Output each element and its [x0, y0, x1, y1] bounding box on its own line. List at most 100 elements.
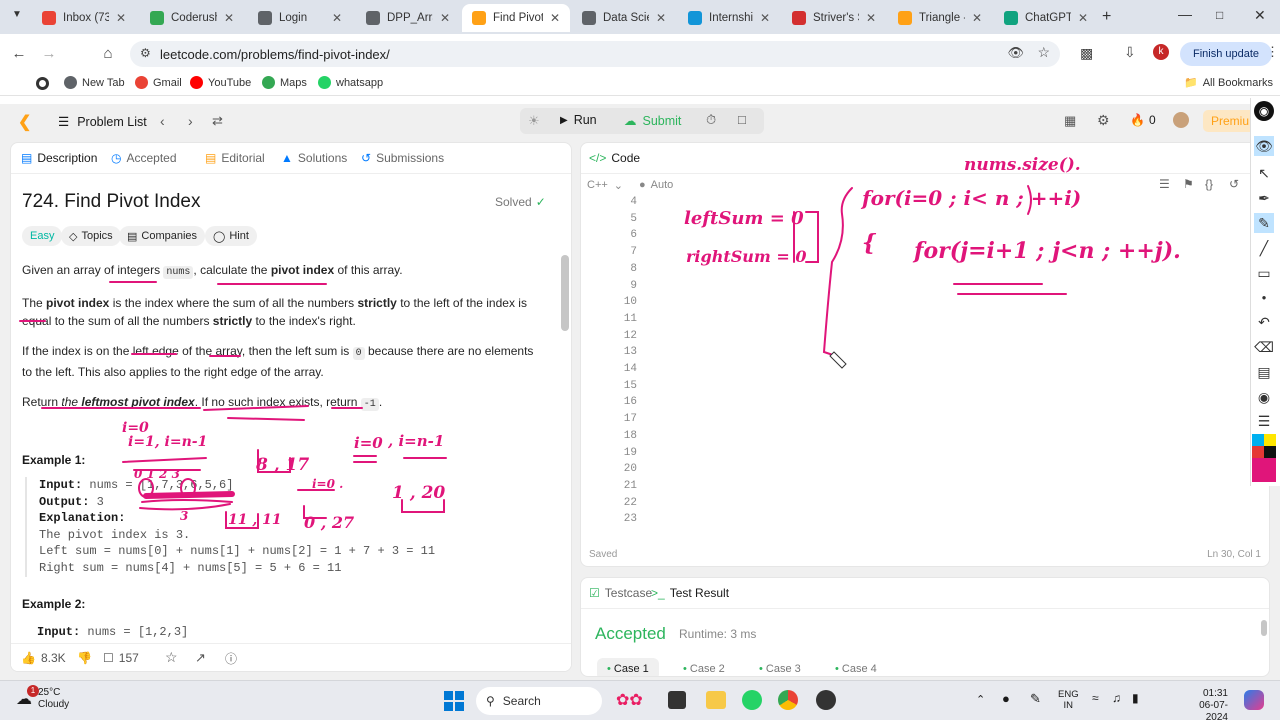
tab-description[interactable]: ▤ Description: [21, 151, 97, 165]
debug-icon[interactable]: ☀: [528, 113, 540, 129]
bookmark-item[interactable]: whatsapp: [318, 76, 383, 89]
color-swatch-cyan[interactable]: [1252, 434, 1264, 446]
notes-icon[interactable]: □: [738, 112, 746, 127]
eraser-icon[interactable]: ▭: [1254, 263, 1274, 283]
close-tab-icon[interactable]: ✕: [760, 11, 770, 25]
comments-button[interactable]: ☐ 157: [103, 651, 139, 665]
tab-accepted[interactable]: ◷ Accepted: [111, 151, 177, 165]
result-scrollbar[interactable]: [1261, 620, 1267, 636]
eye-icon[interactable]: 👁: [1254, 136, 1274, 156]
case-tab[interactable]: • Case 1: [597, 658, 659, 676]
battery-icon[interactable]: ▮: [1132, 691, 1139, 705]
browser-tab[interactable]: DPP_Array ✕: [356, 4, 460, 32]
browser-tab[interactable]: Striver's SE ✕: [782, 4, 886, 32]
trash-icon[interactable]: ⌫: [1254, 337, 1274, 357]
close-tab-icon[interactable]: ✕: [224, 11, 234, 25]
close-tab-icon[interactable]: ✕: [972, 11, 982, 25]
line-icon[interactable]: ╱: [1254, 238, 1274, 258]
bookmark-icon[interactable]: ⚑: [1183, 177, 1194, 191]
pen-icon[interactable]: ✒: [1254, 188, 1274, 208]
dot-icon[interactable]: ●: [1254, 287, 1274, 307]
user-avatar[interactable]: [1173, 112, 1189, 128]
maximize-icon[interactable]: □: [1216, 8, 1223, 22]
description-scrollbar[interactable]: [561, 255, 569, 331]
volume-icon[interactable]: ♫: [1112, 691, 1121, 705]
run-button[interactable]: ▶ Run: [560, 113, 597, 127]
reset-icon[interactable]: ↺: [1229, 177, 1239, 191]
downloads-icon[interactable]: ⇩: [1124, 44, 1136, 61]
microphone-icon[interactable]: ●: [1002, 691, 1010, 706]
copilot-icon[interactable]: [1244, 690, 1264, 710]
tray-chevron-icon[interactable]: ⌃: [976, 693, 985, 706]
home-icon[interactable]: ⌂: [97, 43, 119, 63]
extensions-icon[interactable]: ▩: [1080, 45, 1093, 62]
close-tab-icon[interactable]: ✕: [1078, 11, 1088, 25]
file-explorer-icon[interactable]: [706, 691, 726, 709]
color-swatch-magenta[interactable]: [1252, 458, 1276, 482]
tab-solutions[interactable]: ▲ Solutions: [281, 151, 347, 165]
companies-chip[interactable]: ▤ Companies: [119, 226, 206, 246]
chrome-alt-icon[interactable]: [816, 690, 836, 710]
help-icon[interactable]: ⓘ: [225, 650, 237, 667]
test-result-tab[interactable]: >_ Test Result: [651, 586, 729, 600]
color-swatch-red[interactable]: [1252, 446, 1264, 458]
finish-update-button[interactable]: Finish update: [1180, 42, 1272, 66]
timer-icon[interactable]: ⏱: [706, 112, 716, 128]
leetcode-logo-icon[interactable]: ❮: [18, 112, 31, 132]
case-tab[interactable]: • Case 2: [673, 658, 735, 676]
code-tab[interactable]: </> Code: [589, 151, 640, 165]
bookmark-item[interactable]: YouTube: [190, 76, 251, 89]
topics-chip[interactable]: ◇ Topics: [61, 226, 121, 246]
share-icon[interactable]: ↗: [195, 650, 206, 666]
highlighter-icon[interactable]: ✎: [1254, 213, 1274, 233]
weather-widget[interactable]: ☁ 25°C Cloudy: [16, 687, 69, 711]
windows-start-icon[interactable]: [444, 691, 464, 711]
clock[interactable]: 01:31 06-07-2024: [1184, 688, 1228, 724]
more-menu-icon[interactable]: ⋮: [1266, 44, 1279, 60]
language-select[interactable]: C++ ⌄: [587, 179, 623, 192]
browser-tab[interactable]: Coderush ✕: [140, 4, 244, 32]
app-icon-dark[interactable]: [668, 691, 686, 709]
shuffle-icon[interactable]: ⇄: [212, 113, 223, 129]
camera-icon[interactable]: ◉: [1254, 387, 1274, 407]
pen-tray-icon[interactable]: ✎: [1030, 691, 1041, 707]
settings-gear-icon[interactable]: ⚙: [1097, 112, 1110, 129]
clipboard-icon[interactable]: ☰: [1254, 411, 1274, 431]
location-pin-icon[interactable]: ◉: [1254, 101, 1274, 121]
all-bookmarks[interactable]: 📁 All Bookmarks: [1184, 76, 1273, 90]
premium-button[interactable]: Premiu: [1203, 110, 1258, 132]
format-icon[interactable]: ☰: [1159, 177, 1170, 191]
tab-search-button[interactable]: ▼: [8, 9, 26, 25]
dislike-icon[interactable]: 👎: [77, 651, 92, 665]
forward-icon[interactable]: →: [38, 43, 60, 63]
taskbar-search[interactable]: ⚲ Search: [476, 687, 602, 715]
wifi-icon[interactable]: ≈: [1092, 691, 1099, 705]
close-tab-icon[interactable]: ✕: [116, 11, 126, 25]
testcase-tab[interactable]: ☑ Testcase: [589, 586, 652, 600]
favorite-star-icon[interactable]: ☆: [165, 649, 178, 666]
hint-chip[interactable]: ◯ Hint: [205, 226, 257, 246]
language-indicator[interactable]: ENG IN: [1058, 689, 1079, 711]
minimize-icon[interactable]: —: [1178, 6, 1192, 22]
submit-button[interactable]: ☁ Submit: [624, 113, 681, 129]
browser-tab[interactable]: Login ✕: [248, 4, 352, 32]
screen-icon[interactable]: ▤: [1254, 362, 1274, 382]
layout-icon[interactable]: ▦: [1064, 113, 1076, 129]
like-button[interactable]: 👍 8.3K: [21, 651, 66, 665]
color-swatch-black[interactable]: [1264, 446, 1276, 458]
browser-tab[interactable]: ChatGPT ✕: [994, 4, 1098, 32]
close-tab-icon[interactable]: ✕: [440, 11, 450, 25]
case-tab[interactable]: • Case 3: [749, 658, 811, 676]
problem-list-button[interactable]: ☰ Problem List: [58, 114, 147, 130]
browser-tab[interactable]: Data Scien ✕: [572, 4, 676, 32]
close-tab-icon[interactable]: ✕: [866, 11, 876, 25]
bookmark-item[interactable]: Maps: [262, 76, 307, 89]
close-tab-icon[interactable]: ✕: [550, 11, 560, 25]
case-tab[interactable]: • Case 4: [825, 658, 887, 676]
address-bar[interactable]: ⚙ leetcode.com/problems/find-pivot-index…: [130, 41, 1060, 67]
bookmark-item[interactable]: New Tab: [64, 76, 125, 89]
color-swatch-yellow[interactable]: [1264, 434, 1276, 446]
next-problem-icon[interactable]: ›: [188, 113, 193, 129]
site-info-icon[interactable]: ⚙: [140, 46, 151, 60]
chrome-icon[interactable]: [778, 690, 798, 710]
